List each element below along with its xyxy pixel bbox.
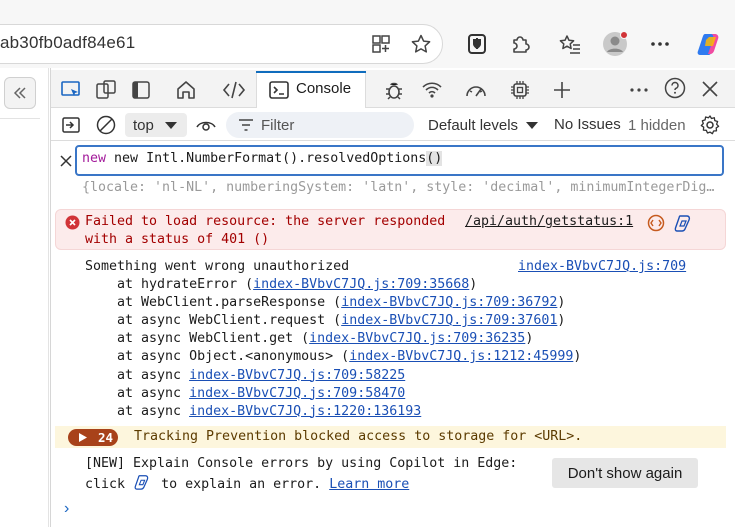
warning-text: Tracking Prevention blocked access to st…	[134, 429, 583, 444]
network-request-icon[interactable]	[646, 213, 666, 233]
devtools-more-icon[interactable]	[626, 77, 652, 103]
stack-frame-suffix: )	[573, 349, 582, 365]
split-screen-icon[interactable]	[368, 31, 394, 57]
log-message: Something went wrong unauthorized	[85, 259, 350, 274]
address-text[interactable]: ab30fb0adf84e61	[0, 33, 135, 53]
stack-frame-suffix: )	[469, 277, 478, 292]
chevron-down-icon	[161, 113, 181, 137]
device-emulation-icon[interactable]	[93, 77, 119, 103]
dock-side-icon[interactable]	[128, 77, 154, 103]
stack-frame-prefix: at async WebClient.get (	[85, 331, 310, 347]
active-tab-indicator	[256, 71, 366, 73]
error-icon	[63, 213, 81, 231]
network-wifi-icon[interactable]	[419, 77, 445, 103]
copilot-hint-line1: [NEW] Explain Console errors by using Co…	[85, 456, 518, 471]
stack-frame-link[interactable]: index-BVbvC7JQ.js:709:36235	[309, 331, 525, 346]
copilot-hint-explain: to explain an error.	[161, 477, 322, 492]
stack-frame-suffix: )	[557, 313, 566, 329]
stack-frame-link[interactable]: index-BVbvC7JQ.js:709:36792	[341, 295, 557, 310]
copilot-icon[interactable]	[695, 29, 725, 59]
input-expression[interactable]: new Intl.NumberFormat().resolvedOptions	[114, 151, 426, 166]
collapse-sidebar-button[interactable]	[4, 77, 36, 109]
performance-gauge-icon[interactable]	[463, 77, 489, 103]
clear-console-icon[interactable]	[93, 112, 119, 138]
close-devtools-icon[interactable]	[697, 76, 723, 102]
error-source-link[interactable]: /api/auth/getstatus:1	[465, 214, 633, 229]
chevron-down-icon	[522, 113, 542, 137]
warning-count: 24	[98, 430, 114, 445]
stack-frame-suffix: )	[525, 331, 534, 347]
stack-frame-prefix: at async	[85, 403, 190, 419]
stack-frame-link[interactable]: index-BVbvC7JQ.js:1212:45999	[349, 349, 573, 364]
error-text-line2: with a status of 401 ()	[85, 232, 270, 247]
copilot-hint-line2: click to explain an error. Learn more	[85, 474, 409, 492]
stack-frame-prefix: at async Object.<anonymous> (	[85, 349, 350, 365]
welcome-home-icon[interactable]	[173, 77, 199, 103]
web-page-area	[0, 68, 49, 527]
stack-frame-prefix: at hydrateError (	[85, 277, 254, 292]
stack-frame-prefix: at async	[85, 367, 190, 383]
stack-frame: at async Object.<anonymous> (index-BVbvC…	[85, 349, 581, 364]
more-menu-icon[interactable]	[647, 31, 673, 57]
sources-bug-icon[interactable]	[381, 77, 407, 103]
stack-frame: at WebClient.parseResponse (index-BVbvC7…	[85, 295, 565, 310]
stack-frame-suffix: )	[557, 295, 566, 311]
extensions-puzzle-icon[interactable]	[507, 31, 533, 57]
stack-frame: at async index-BVbvC7JQ.js:709:58470	[85, 386, 405, 401]
favorites-collection-icon[interactable]	[557, 31, 583, 57]
stack-frame-prefix: at WebClient.parseResponse (	[85, 295, 342, 311]
context-select-value[interactable]: top	[133, 117, 154, 134]
stack-frame-prefix: at async	[85, 385, 190, 401]
memory-chip-icon[interactable]	[507, 77, 533, 103]
elements-code-icon[interactable]	[221, 77, 247, 103]
double-chevron-left-icon	[13, 87, 26, 99]
stack-frame: at async WebClient.get (index-BVbvC7JQ.j…	[85, 331, 533, 346]
stack-frame-prefix: at async WebClient.request (	[85, 313, 342, 329]
live-expression-eye-icon[interactable]	[193, 112, 219, 138]
issues-count[interactable]: No Issues	[554, 116, 621, 133]
expand-triangle-icon[interactable]	[75, 429, 91, 446]
tab-console-label[interactable]: Console	[296, 80, 351, 97]
stack-frame-link[interactable]: index-BVbvC7JQ.js:1220:136193	[189, 404, 421, 419]
filter-placeholder: Filter	[261, 117, 295, 134]
stack-frame-link[interactable]: index-BVbvC7JQ.js:709:37601	[341, 313, 557, 328]
log-source-link[interactable]: index-BVbvC7JQ.js:709	[518, 259, 686, 274]
keyword-new: new	[82, 151, 107, 166]
learn-more-link[interactable]: Learn more	[329, 477, 409, 492]
stack-frame-link[interactable]: index-BVbvC7JQ.js:709:58225	[189, 368, 405, 383]
divider	[0, 118, 40, 119]
console-icon	[266, 77, 292, 103]
inspect-element-icon[interactable]	[58, 77, 84, 103]
error-text-line1: Failed to load resource: the server resp…	[85, 214, 446, 229]
console-prompt-chevron-icon[interactable]: ›	[64, 500, 69, 518]
stack-frame: at async WebClient.request (index-BVbvC7…	[85, 313, 565, 328]
help-icon[interactable]	[662, 75, 688, 101]
console-settings-gear-icon[interactable]	[697, 112, 723, 138]
bitwarden-extension-icon[interactable]	[464, 31, 490, 57]
dont-show-again-button[interactable]: Don't show again	[552, 458, 698, 488]
eager-evaluation-result: {locale: 'nl-NL', numberingSystem: 'latn…	[82, 180, 715, 195]
copilot-inline-icon	[133, 474, 153, 490]
hidden-messages-count: 1 hidden	[628, 117, 686, 134]
stack-frame-link[interactable]: index-BVbvC7JQ.js:709:58470	[189, 386, 405, 401]
stack-frame: at hydrateError (index-BVbvC7JQ.js:709:3…	[85, 277, 477, 292]
stack-frame-link[interactable]: index-BVbvC7JQ.js:709:35668	[253, 277, 469, 292]
stack-frame: at async index-BVbvC7JQ.js:709:58225	[85, 368, 405, 383]
copilot-hint-click: click	[85, 477, 126, 492]
console-input-text[interactable]: new new Intl.NumberFormat().resolvedOpti…	[82, 151, 443, 166]
stack-frame: at async index-BVbvC7JQ.js:1220:136193	[85, 404, 421, 419]
copilot-explain-icon[interactable]	[672, 212, 694, 234]
show-sidebar-icon[interactable]	[58, 112, 84, 138]
favorite-star-icon[interactable]	[408, 31, 434, 57]
profile-avatar[interactable]	[601, 30, 629, 58]
add-tab-plus-icon[interactable]	[549, 77, 575, 103]
log-levels-select[interactable]: Default levels	[428, 117, 518, 134]
input-parens[interactable]: ()	[426, 151, 443, 166]
filter-icon	[233, 112, 259, 138]
